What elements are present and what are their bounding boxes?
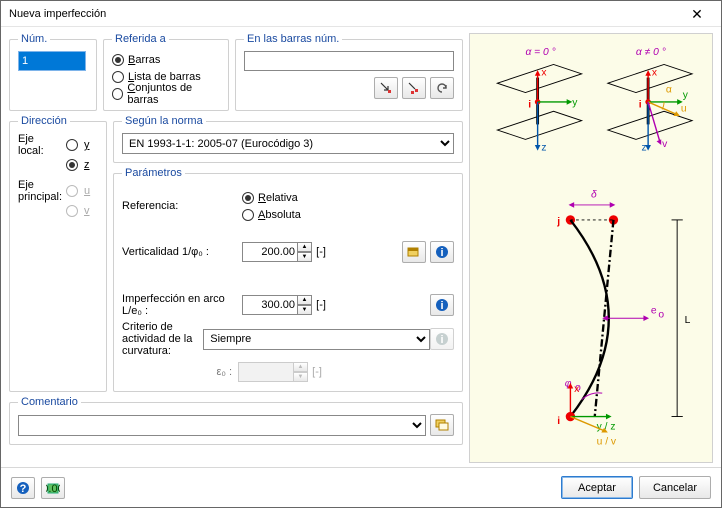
info-icon[interactable]: i (430, 241, 454, 263)
fieldset-comentario: Comentario (9, 396, 463, 445)
svg-text:i: i (528, 100, 531, 111)
fieldset-referida: Referida a Barras Lista de barras Conjun… (103, 33, 229, 111)
alpha-n0-label: α ≠ 0 ° (636, 47, 666, 58)
comentario-input[interactable] (18, 415, 426, 436)
alpha-0-label: α = 0 ° (525, 47, 555, 58)
svg-text:y: y (683, 90, 689, 101)
norma-select[interactable]: EN 1993-1-1: 2005-07 (Eurocódigo 3) (122, 133, 454, 154)
fieldset-direccion: Dirección Eje local: y z Ejeprincipal: u… (9, 115, 107, 392)
fieldset-num: Núm. (9, 33, 97, 111)
undo-icon[interactable] (430, 77, 454, 99)
svg-text:u / v: u / v (597, 437, 617, 448)
svg-text:y: y (572, 98, 578, 109)
radio-u (66, 185, 78, 197)
close-button[interactable]: ✕ (677, 2, 717, 26)
eje-local-label: Eje local: (18, 133, 62, 157)
arco-label: Imperfección en arco L/e₀ : (122, 293, 242, 317)
radio-icon (242, 192, 254, 204)
verticalidad-label: Verticalidad 1/φ₀ : (122, 246, 242, 258)
radio-v (66, 205, 78, 217)
svg-text:u: u (681, 103, 687, 114)
epsilon-input (238, 362, 294, 382)
svg-text:i: i (440, 247, 443, 259)
legend-comentario: Comentario (18, 396, 81, 408)
svg-text:α: α (666, 85, 672, 96)
legend-barras-num: En las barras núm. (244, 33, 342, 45)
svg-text:L: L (685, 315, 691, 326)
criterio-label: Criterio de actividad de la curvatura: (122, 321, 203, 357)
referencia-label: Referencia: (122, 200, 242, 212)
svg-text:x: x (574, 384, 580, 395)
legend-norma: Según la norma (122, 115, 206, 127)
info-icon[interactable]: i (430, 294, 454, 316)
legend-param: Parámetros (122, 167, 185, 179)
svg-text:i: i (440, 334, 443, 346)
svg-text:z: z (642, 143, 647, 154)
radio-conjuntos[interactable]: Conjuntos de barras (112, 85, 220, 102)
legend-referida: Referida a (112, 33, 169, 45)
legend-direccion: Dirección (18, 115, 70, 127)
svg-text:i: i (440, 300, 443, 312)
barras-input[interactable] (244, 51, 454, 71)
svg-text:v: v (662, 139, 668, 150)
pick-single-icon[interactable] (374, 77, 398, 99)
radio-icon (242, 209, 254, 221)
diagram-panel: α = 0 ° α ≠ 0 ° i x y z (469, 33, 713, 463)
num-input[interactable] (18, 51, 86, 71)
legend-num: Núm. (18, 33, 50, 45)
svg-text:e: e (651, 306, 657, 317)
verticalidad-input[interactable] (242, 242, 298, 262)
svg-text:i: i (557, 416, 560, 427)
spin-buttons[interactable]: ▲▼ (297, 242, 312, 262)
radio-barras[interactable]: Barras (112, 51, 220, 68)
radio-y[interactable] (66, 139, 78, 151)
radio-absoluta[interactable]: Absoluta (242, 206, 301, 223)
unit: [-] (312, 246, 330, 258)
criterio-select[interactable]: Siempre (203, 329, 430, 350)
epsilon-label: ε₀ : (122, 366, 238, 378)
svg-text:0.00: 0.00 (46, 483, 60, 495)
cancel-button[interactable]: Cancelar (639, 476, 711, 499)
spin-buttons-disabled: ▲▼ (293, 362, 308, 382)
units-icon[interactable]: 0.00 (41, 477, 65, 499)
fieldset-norma: Según la norma EN 1993-1-1: 2005-07 (Eur… (113, 115, 463, 163)
svg-text:x: x (541, 68, 547, 79)
library-icon[interactable] (402, 241, 426, 263)
radio-z[interactable] (66, 159, 78, 171)
info-icon-disabled: i (430, 328, 454, 350)
help-icon[interactable]: ? (11, 477, 35, 499)
ok-button[interactable]: Aceptar (561, 476, 633, 499)
comment-library-icon[interactable] (430, 414, 454, 436)
svg-text:o: o (658, 309, 664, 320)
spin-buttons[interactable]: ▲▼ (297, 295, 312, 315)
svg-text:?: ? (20, 483, 27, 495)
svg-text:x: x (652, 68, 658, 79)
svg-text:i: i (639, 100, 642, 111)
eje-principal-label: Ejeprincipal: (18, 179, 62, 203)
radio-icon (112, 71, 124, 83)
svg-text:z: z (541, 143, 546, 154)
window-title: Nueva imperfección (9, 8, 677, 20)
svg-text:δ: δ (591, 189, 597, 200)
radio-icon (112, 88, 123, 100)
pick-multi-icon[interactable] (402, 77, 426, 99)
fieldset-param: Parámetros Referencia: Relativa Absoluta (113, 167, 463, 392)
radio-relativa[interactable]: Relativa (242, 189, 301, 206)
fieldset-barras-num: En las barras núm. (235, 33, 463, 111)
radio-icon (112, 54, 124, 66)
svg-text:j: j (556, 217, 560, 228)
unit: [-] (312, 299, 330, 311)
unit-disabled: [-] (308, 366, 326, 378)
arco-input[interactable] (242, 295, 298, 315)
